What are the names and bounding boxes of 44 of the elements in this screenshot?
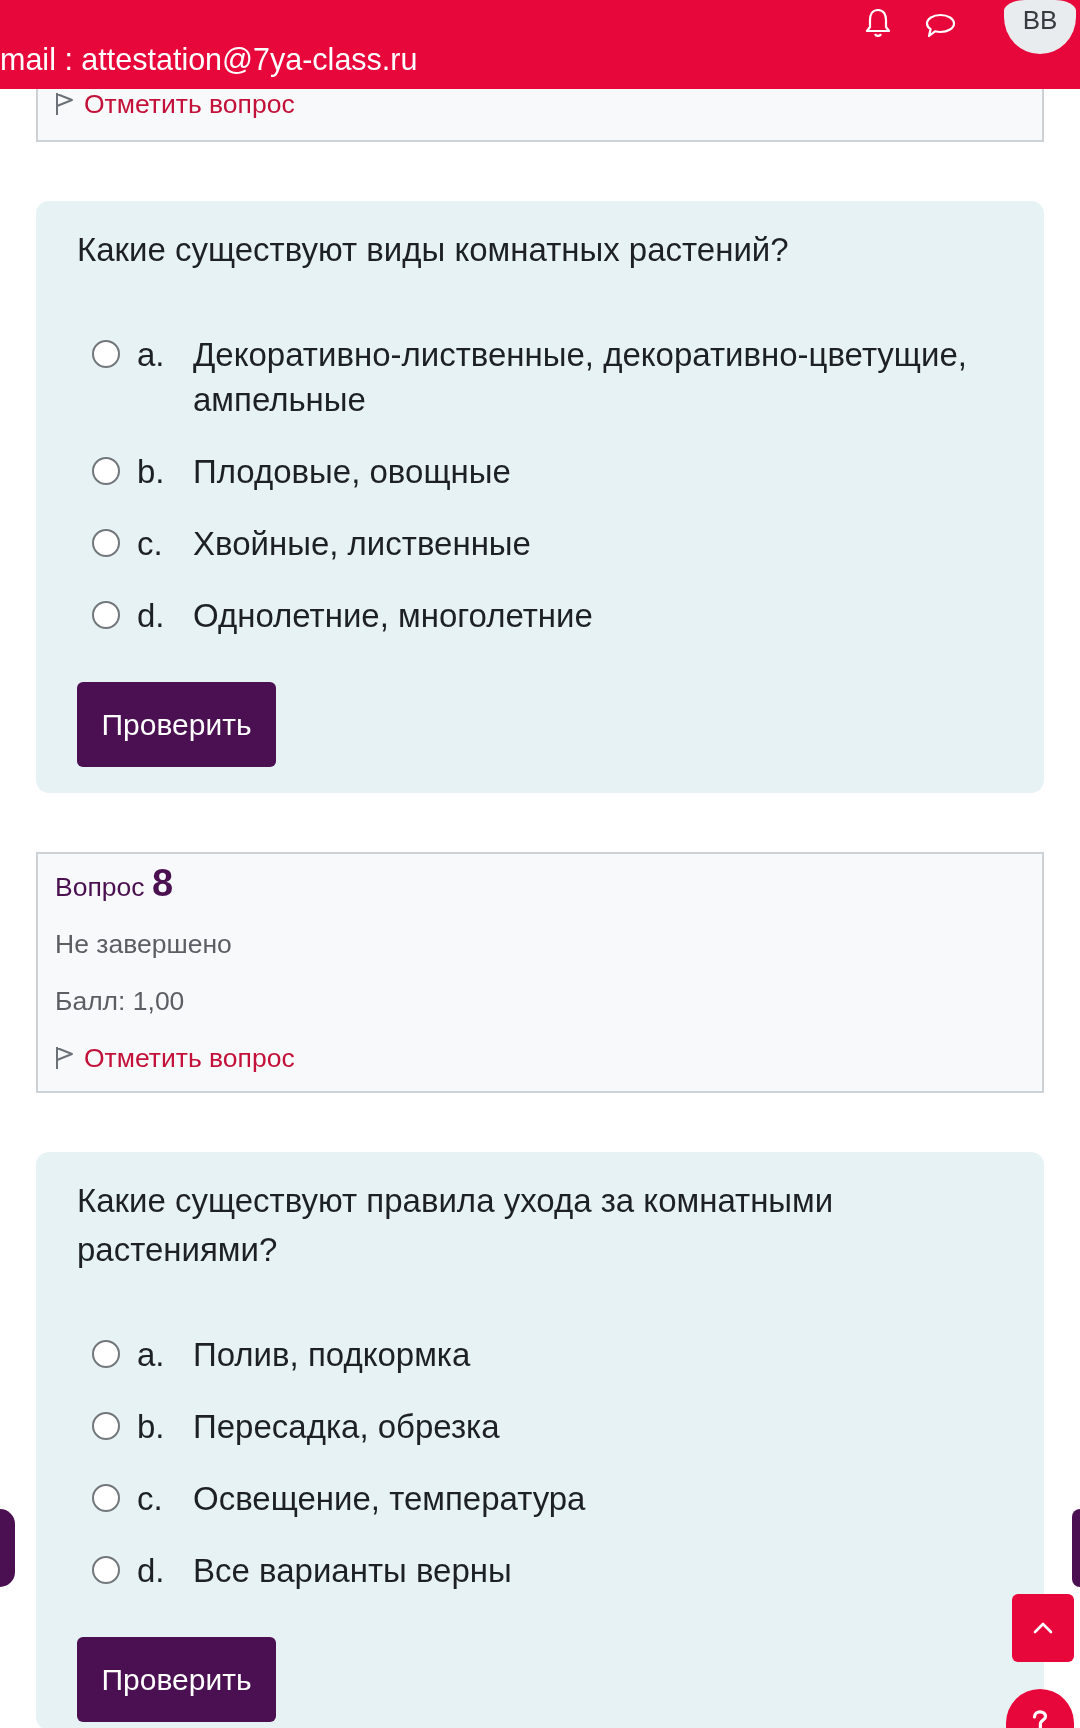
question-grade: Балл: 1,00 xyxy=(55,986,186,1016)
flag-icon xyxy=(55,92,74,116)
option-letter: a. xyxy=(137,335,166,375)
option-letter: d. xyxy=(137,596,166,636)
previous-page-button[interactable] xyxy=(0,1509,15,1587)
question-number: Вопрос 8 xyxy=(55,868,174,902)
answer-option[interactable]: Пересадка, обрезка xyxy=(193,1404,1003,1449)
question-mark-icon xyxy=(1032,1710,1048,1728)
answer-option[interactable]: Полив, подкормка xyxy=(193,1332,1003,1377)
flag-question-link[interactable]: Отметить вопрос xyxy=(55,89,295,119)
answer-option[interactable]: Все варианты верны xyxy=(193,1548,1003,1593)
question-text: Какие существуют правила ухода за комнатными растениями? xyxy=(77,1181,835,1270)
answer-option[interactable]: Однолетние, многолетние xyxy=(193,593,1003,638)
flag-question-link[interactable]: Отметить вопрос xyxy=(55,1043,295,1073)
user-avatar[interactable]: BB xyxy=(1004,0,1076,54)
contact-email: mail : attestation@7ya-class.ru xyxy=(0,41,418,77)
option-letter: c. xyxy=(137,1479,164,1519)
chevron-up-icon xyxy=(1033,1622,1053,1634)
answer-option[interactable]: Декоративно-лиственные, декоративно-цветущие, ампельные xyxy=(193,332,1003,422)
answer-option[interactable]: Освещение, температура xyxy=(193,1476,1003,1521)
flag-icon xyxy=(55,1046,74,1070)
option-letter: b. xyxy=(137,1407,166,1447)
check-button[interactable]: Проверить xyxy=(77,682,276,767)
option-letter: a. xyxy=(137,1335,166,1375)
chat-bubble-icon[interactable] xyxy=(925,13,956,38)
bell-icon[interactable] xyxy=(865,8,891,38)
radio-button[interactable] xyxy=(92,1484,120,1512)
answer-option[interactable]: Плодовые, овощные xyxy=(193,449,1003,494)
question-text: Какие существуют виды комнатных растений? xyxy=(77,230,790,270)
next-page-button[interactable] xyxy=(1072,1509,1080,1587)
help-button[interactable] xyxy=(1006,1689,1074,1728)
question-status: Не завершено xyxy=(55,929,233,959)
radio-button[interactable] xyxy=(92,1412,120,1440)
radio-button[interactable] xyxy=(92,1556,120,1584)
radio-button[interactable] xyxy=(92,529,120,557)
option-letter: d. xyxy=(137,1551,166,1591)
radio-button[interactable] xyxy=(92,340,120,368)
option-letter: c. xyxy=(137,524,164,564)
radio-button[interactable] xyxy=(92,1340,120,1368)
radio-button[interactable] xyxy=(92,601,120,629)
check-button[interactable]: Проверить xyxy=(77,1637,276,1722)
answer-option[interactable]: Хвойные, лиственные xyxy=(193,521,1003,566)
option-letter: b. xyxy=(137,452,166,492)
radio-button[interactable] xyxy=(92,457,120,485)
